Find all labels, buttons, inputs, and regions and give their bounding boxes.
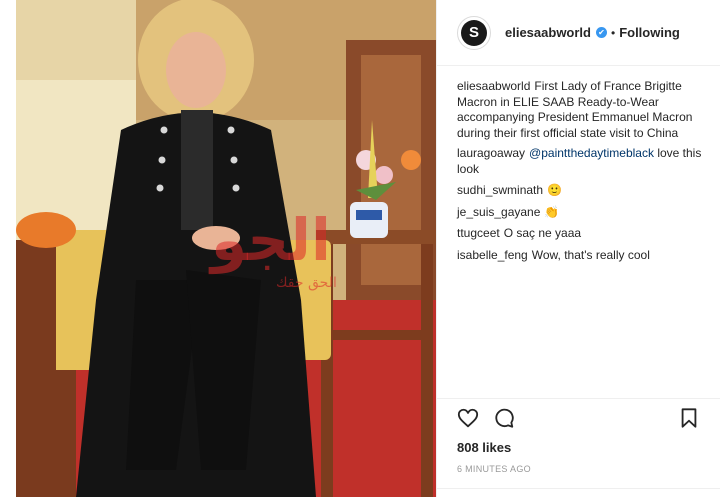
comment-item: lauragoaway @paintthedaytimeblack love th…: [457, 146, 708, 177]
post-caption: eliesaabworld First Lady of France Brigit…: [457, 79, 708, 141]
comment-username[interactable]: lauragoaway: [457, 146, 525, 160]
comment-text: O saç ne yaaa: [503, 226, 582, 240]
comment-text: Wow, that's really cool: [531, 247, 650, 262]
comment-item: isabelle_feng Wow, that's really cool: [457, 248, 708, 264]
account-username[interactable]: eliesaabworld: [505, 25, 591, 40]
comment-item: sudhi_swminath 🙂: [457, 183, 708, 199]
likes-count[interactable]: 808 likes: [457, 440, 700, 455]
heart-icon[interactable]: [457, 407, 479, 429]
comment-icon[interactable]: [493, 407, 515, 429]
comment-item: je_suis_gayane 👏: [457, 205, 708, 221]
add-comment-divider: [437, 488, 720, 489]
comment-username[interactable]: je_suis_gayane: [457, 205, 540, 219]
comment-text: 👏: [544, 204, 560, 219]
comment-username[interactable]: isabelle_feng: [457, 248, 528, 262]
post-timestamp[interactable]: 6 MINUTES AGO: [457, 464, 700, 474]
watermark-logo: الجو: [211, 206, 331, 274]
post-photo[interactable]: الجو الحق حقك: [16, 0, 436, 497]
comments-list: eliesaabworld First Lady of France Brigit…: [437, 66, 720, 263]
avatar[interactable]: S: [457, 15, 491, 50]
comment-mention[interactable]: @paintthedaytimeblack: [529, 146, 654, 160]
comment-text: 🙂: [547, 183, 562, 197]
avatar-logo: S: [461, 19, 487, 46]
verified-badge-icon: ✔: [595, 27, 607, 38]
post-header: S eliesaabworld ✔ • Following: [437, 0, 720, 66]
bookmark-icon[interactable]: [678, 407, 700, 429]
following-button[interactable]: Following: [619, 25, 680, 40]
post-sidebar: S eliesaabworld ✔ • Following eliesaabwo…: [436, 0, 720, 497]
header-separator: •: [610, 25, 616, 40]
caption-username[interactable]: eliesaabworld: [457, 79, 530, 93]
comment-item: ttugceet O saç ne yaaa: [457, 226, 708, 242]
post-actions: 808 likes 6 MINUTES AGO: [437, 398, 720, 474]
comment-username[interactable]: ttugceet: [457, 226, 500, 240]
action-icons-row: [457, 407, 700, 429]
watermark-tagline: الحق حقك: [276, 275, 337, 291]
comment-username[interactable]: sudhi_swminath: [457, 183, 543, 197]
